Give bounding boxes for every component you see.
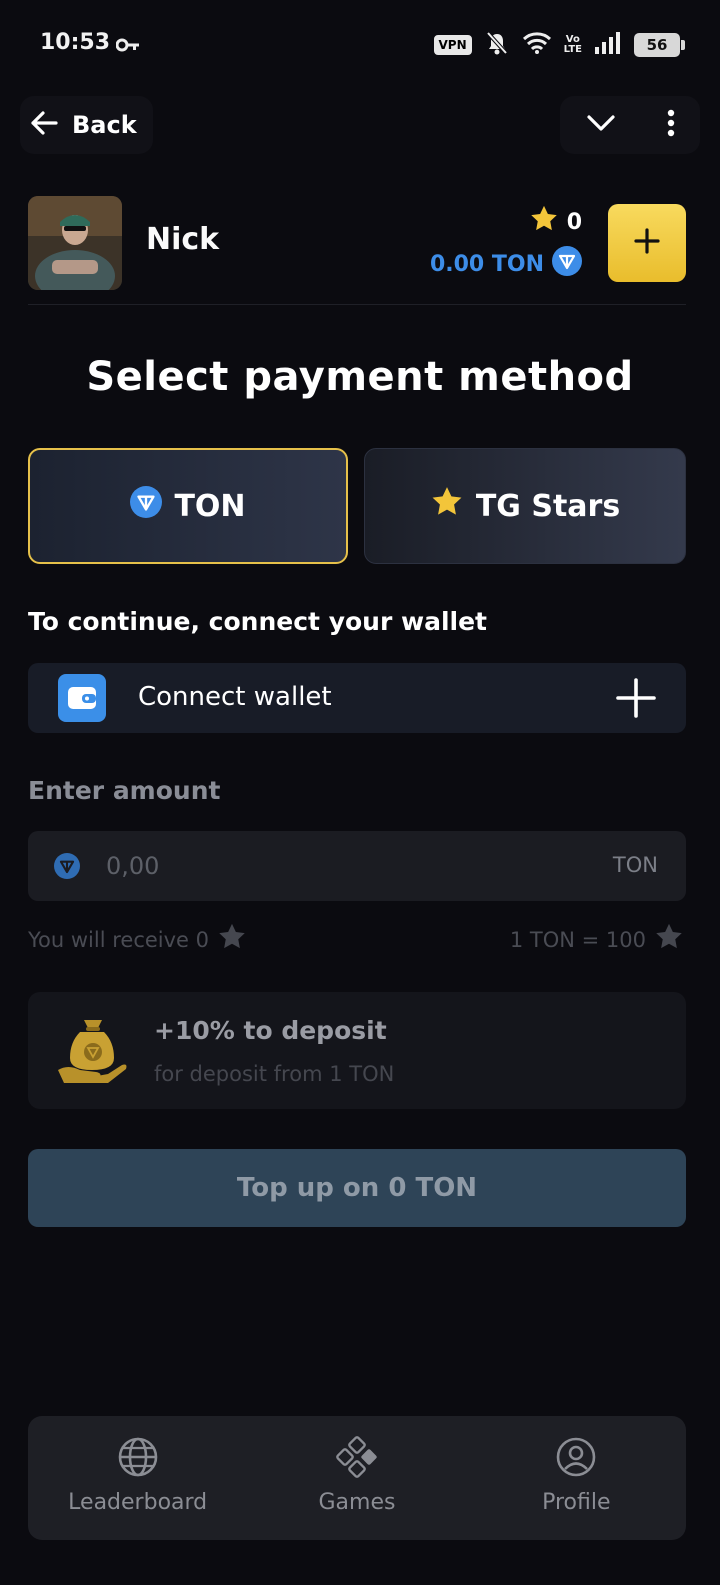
- add-funds-button[interactable]: [608, 204, 686, 282]
- bonus-subtitle: for deposit from 1 TON: [154, 1062, 395, 1086]
- vpn-badge: VPN: [433, 35, 472, 55]
- page-title: Select payment method: [86, 354, 634, 400]
- connect-wallet-button[interactable]: Connect wallet: [28, 663, 686, 733]
- wifi-icon: [522, 31, 552, 59]
- money-bag-icon: [54, 1012, 130, 1092]
- star-icon: [654, 922, 684, 957]
- ton-balance: 0.00 TON: [430, 246, 582, 282]
- stars-balance: 0: [430, 204, 582, 240]
- connect-wallet-heading: To continue, connect your wallet: [28, 607, 488, 636]
- rate-hint: 1 TON = 100: [510, 922, 684, 957]
- bonus-title: +10% to deposit: [154, 1016, 387, 1045]
- star-icon: [430, 485, 464, 527]
- header-divider: [28, 304, 686, 305]
- volte-indicator: Vo LTE: [563, 34, 582, 55]
- mute-icon: [484, 30, 510, 60]
- back-label: Back: [72, 111, 137, 139]
- star-icon: [529, 204, 559, 240]
- connect-wallet-label: Connect wallet: [138, 682, 332, 712]
- username: Nick: [146, 222, 220, 257]
- plus-icon: [614, 676, 658, 724]
- deposit-bonus-card: +10% to deposit for deposit from 1 TON: [28, 992, 686, 1109]
- status-time: 10:53: [40, 30, 111, 55]
- rate-text: 1 TON = 100: [509, 927, 646, 952]
- tab-label: Leaderboard: [68, 1490, 208, 1515]
- star-icon: [217, 922, 247, 957]
- signal-icon: [594, 31, 622, 59]
- amount-input[interactable]: [106, 845, 556, 887]
- method-tab-ton[interactable]: TON: [28, 448, 348, 564]
- ton-icon: [130, 486, 163, 526]
- receive-hint: You will receive 0: [28, 922, 247, 957]
- amount-field: TON: [28, 831, 686, 901]
- balances: 0 0.00 TON: [430, 204, 582, 282]
- globe-icon: [117, 1436, 159, 1482]
- bottom-tab-bar: Leaderboard Games Profile: [28, 1416, 686, 1540]
- profile-icon: [555, 1436, 597, 1482]
- avatar[interactable]: [28, 196, 122, 290]
- top-nav: Back: [20, 96, 700, 154]
- arrow-left-icon: [30, 110, 58, 140]
- tab-profile[interactable]: Profile: [467, 1416, 686, 1540]
- more-vertical-icon[interactable]: [667, 109, 675, 141]
- top-up-button[interactable]: Top up on 0 TON: [28, 1149, 686, 1227]
- ton-icon: [54, 853, 80, 883]
- receive-text: You will receive 0: [28, 927, 210, 952]
- tab-label: Profile: [542, 1490, 611, 1515]
- tab-label: Games: [318, 1490, 396, 1515]
- amount-currency: TON: [612, 853, 658, 877]
- stars-balance-value: 0: [566, 209, 582, 235]
- chevron-down-icon[interactable]: [586, 113, 616, 137]
- wallet-icon: [58, 674, 106, 722]
- method-tab-stars[interactable]: TG Stars: [364, 448, 686, 564]
- gamepad-icon: [336, 1436, 378, 1482]
- status-bar: 10:53 VPN Vo LTE 56: [0, 0, 720, 90]
- battery-indicator: 56: [634, 33, 685, 57]
- ton-balance-value: 0.00 TON: [429, 251, 544, 277]
- ton-icon: [552, 246, 582, 282]
- nav-actions: [560, 96, 700, 154]
- tab-leaderboard[interactable]: Leaderboard: [28, 1416, 247, 1540]
- tab-games[interactable]: Games: [247, 1416, 466, 1540]
- plus-icon: [634, 228, 660, 258]
- back-button[interactable]: Back: [20, 96, 153, 154]
- key-icon: [115, 37, 140, 56]
- method-tab-label: TG Stars: [475, 488, 621, 524]
- user-header: Nick 0 0.00 TON: [28, 196, 686, 292]
- method-tab-label: TON: [174, 488, 246, 524]
- amount-heading: Enter amount: [28, 776, 221, 805]
